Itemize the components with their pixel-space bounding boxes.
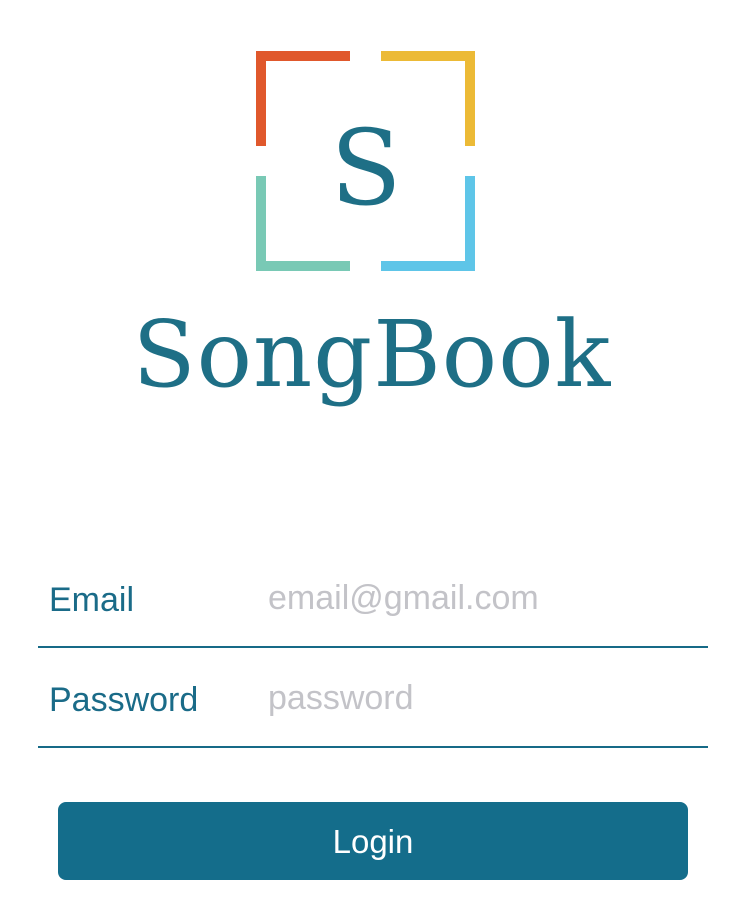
- email-field[interactable]: [268, 572, 688, 624]
- email-row: Email: [38, 548, 708, 648]
- logo-monogram: S: [330, 107, 401, 229]
- login-form: Email Password: [38, 548, 708, 748]
- password-row: Password: [38, 648, 708, 748]
- logo-wordmark: SongBook: [132, 301, 612, 408]
- password-field[interactable]: [268, 672, 688, 724]
- songbook-logo: S SongBook: [0, 0, 744, 440]
- logo-frame-icon: S: [256, 51, 475, 271]
- password-label: Password: [49, 681, 199, 719]
- login-button[interactable]: Login: [58, 802, 688, 880]
- email-label: Email: [49, 581, 135, 619]
